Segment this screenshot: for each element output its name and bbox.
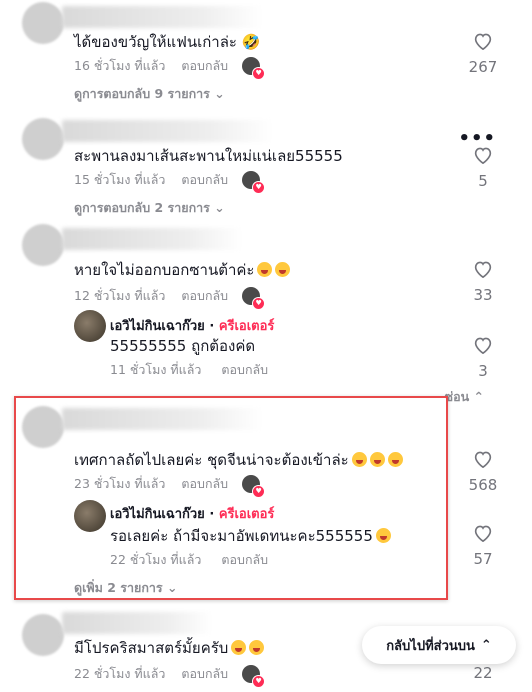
commenter-avatar[interactable] xyxy=(22,614,64,656)
reply-text: รอเลยค่ะ ถ้ามีจะมาอัพเดทนะคะ555555 xyxy=(110,524,391,548)
heart-icon[interactable] xyxy=(473,336,493,354)
comment-text: ได้ของขวัญให้แฟนเก่าล่ะ 🤣 xyxy=(74,33,261,51)
commenter-avatar[interactable] xyxy=(22,406,64,448)
creator-liked-icon xyxy=(242,665,266,688)
heart-icon[interactable] xyxy=(473,146,493,164)
comment-meta: 15 ชั่วโมง ที่แล้ว ตอบกลับ xyxy=(74,170,266,194)
comment-time: 22 ชั่วโมง ที่แล้ว xyxy=(74,666,166,681)
like-count: 33 xyxy=(473,286,493,304)
commenter-name-blurred[interactable] xyxy=(62,228,242,250)
back-to-top-label: กลับไปที่ส่วนบน xyxy=(386,638,475,654)
comment-time: 12 ชั่วโมง ที่แล้ว xyxy=(74,288,166,303)
commenter-name-blurred[interactable] xyxy=(62,612,212,634)
emoji-icon xyxy=(369,452,385,467)
heart-icon[interactable] xyxy=(473,524,493,542)
view-more-replies-button[interactable]: ดูเพิ่ม 2 รายการ ⌄ xyxy=(74,578,177,598)
commenter-name-blurred[interactable] xyxy=(62,6,262,28)
reply-meta: 22 ชั่วโมง ที่แล้ว ตอบกลับ xyxy=(110,550,268,570)
back-to-top-button[interactable]: กลับไปที่ส่วนบน ⌃ xyxy=(362,626,516,664)
commenter-name-blurred[interactable] xyxy=(62,408,262,430)
emoji-icon xyxy=(257,262,273,277)
reply-button[interactable]: ตอบกลับ xyxy=(181,286,228,306)
like-group[interactable]: 267 xyxy=(458,32,508,76)
heart-icon[interactable] xyxy=(473,32,493,50)
creator-badge: ครีเอเตอร์ xyxy=(218,507,275,522)
reply-button[interactable]: ตอบกลับ xyxy=(181,170,228,190)
comment-text: มีโปรคริสมาสตร์มั้ยครับ xyxy=(74,636,265,660)
emoji-icon xyxy=(249,640,265,655)
like-count: 568 xyxy=(468,476,498,494)
like-count: 57 xyxy=(473,550,493,568)
view-replies-button[interactable]: ดูการตอบกลับ 2 รายการ ⌄ xyxy=(74,198,225,218)
reply-button[interactable]: ตอบกลับ xyxy=(221,360,268,380)
comment-time: 15 ชั่วโมง ที่แล้ว xyxy=(74,172,166,187)
double-chevron-up-icon: ⌃ xyxy=(480,637,492,653)
reply-button[interactable]: ตอบกลับ xyxy=(181,474,228,494)
creator-badge: ครีเอเตอร์ xyxy=(218,319,275,334)
creator-liked-icon xyxy=(242,287,266,310)
like-group[interactable]: 33 xyxy=(458,260,508,304)
like-count: 5 xyxy=(478,172,488,190)
emoji-icon xyxy=(351,452,367,467)
like-group[interactable]: 3 xyxy=(458,336,508,380)
like-count: 267 xyxy=(468,58,498,76)
creator-avatar[interactable] xyxy=(74,500,106,532)
creator-liked-icon xyxy=(242,171,266,194)
comment-text: หายใจไม่ออกบอกซานต้าค่ะ xyxy=(74,258,291,282)
heart-icon[interactable] xyxy=(473,260,493,278)
commenter-avatar[interactable] xyxy=(22,118,64,160)
emoji-icon xyxy=(231,640,247,655)
comment-meta: 23 ชั่วโมง ที่แล้ว ตอบกลับ xyxy=(74,474,266,498)
comment-time: 16 ชั่วโมง ที่แล้ว xyxy=(74,58,166,73)
creator-avatar[interactable] xyxy=(74,310,106,342)
comment-meta: 16 ชั่วโมง ที่แล้ว ตอบกลับ xyxy=(74,56,266,80)
reply-button[interactable]: ตอบกลับ xyxy=(221,550,268,570)
reply-text: 55555555 ถูกต้องค่ด xyxy=(110,337,256,355)
reply-time: 22 ชั่วโมง ที่แล้ว xyxy=(110,552,202,567)
emoji-icon xyxy=(375,528,391,543)
reply-meta: 11 ชั่วโมง ที่แล้ว ตอบกลับ xyxy=(110,360,268,380)
reply-button[interactable]: ตอบกลับ xyxy=(181,56,228,76)
view-replies-button[interactable]: ดูการตอบกลับ 9 รายการ ⌄ xyxy=(74,84,225,104)
like-group[interactable]: 22 xyxy=(458,664,508,682)
reply-author[interactable]: เอวิไม่กินเฉาก๊วย · ครีเอเตอร์ xyxy=(110,315,274,336)
like-group[interactable]: 57 xyxy=(458,524,508,568)
reply-author[interactable]: เอวิไม่กินเฉาก๊วย · ครีเอเตอร์ xyxy=(110,503,274,524)
comment-text: เทศกาลถัดไปเลยค่ะ ชุดจีนน่าจะต้องเข้าล่ะ xyxy=(74,448,403,472)
commenter-name-blurred[interactable] xyxy=(62,120,272,142)
like-group[interactable]: 5 xyxy=(458,146,508,190)
like-count: 22 xyxy=(473,664,493,682)
comment-meta: 22 ชั่วโมง ที่แล้ว ตอบกลับ xyxy=(74,664,266,688)
reply-time: 11 ชั่วโมง ที่แล้ว xyxy=(110,362,202,377)
comment-text: สะพานลงมาเส้นสะพานใหม่แน่เลย55555 xyxy=(74,147,343,165)
like-count: 3 xyxy=(478,362,488,380)
creator-liked-icon xyxy=(242,475,266,498)
emoji-icon xyxy=(387,452,403,467)
creator-liked-icon xyxy=(242,57,266,80)
hide-replies-button[interactable]: ซ่อน ⌃ xyxy=(445,387,484,407)
emoji-icon xyxy=(275,262,291,277)
comment-time: 23 ชั่วโมง ที่แล้ว xyxy=(74,476,166,491)
reply-button[interactable]: ตอบกลับ xyxy=(181,664,228,684)
comment-meta: 12 ชั่วโมง ที่แล้ว ตอบกลับ xyxy=(74,286,266,310)
commenter-avatar[interactable] xyxy=(22,2,64,44)
commenter-avatar[interactable] xyxy=(22,224,64,266)
heart-icon[interactable] xyxy=(473,450,493,468)
like-group[interactable]: 568 xyxy=(458,450,508,494)
